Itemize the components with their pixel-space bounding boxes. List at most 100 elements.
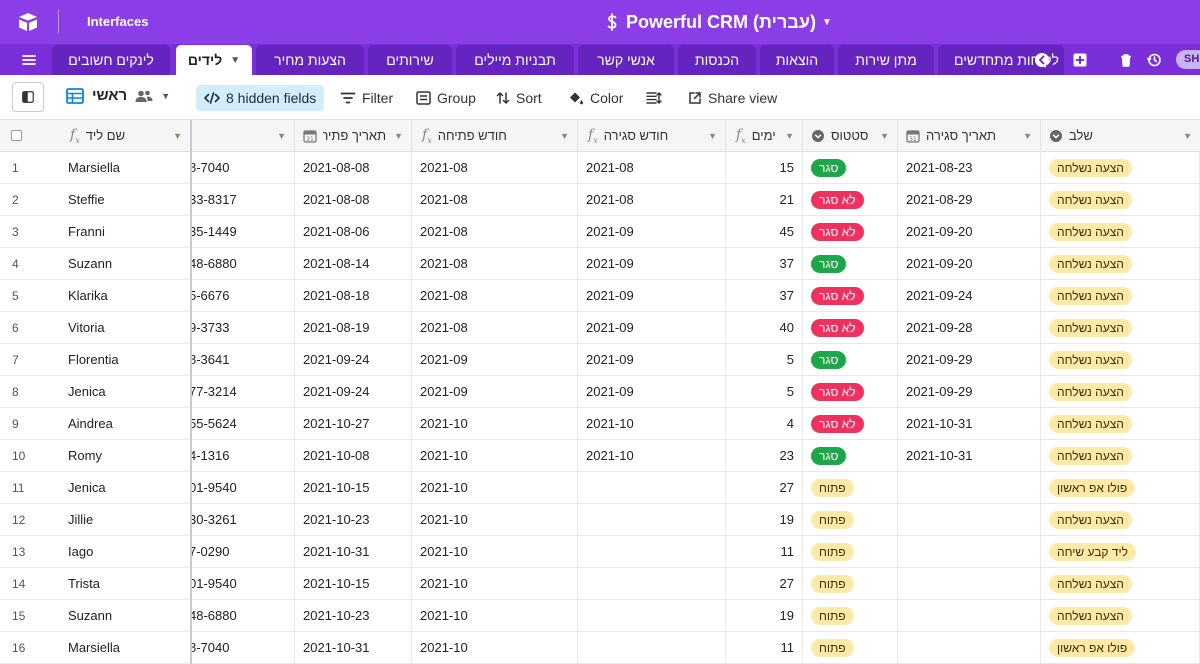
chevron-down-icon[interactable]: ▼ <box>230 55 240 66</box>
hamburger-menu-icon[interactable] <box>20 52 38 68</box>
cell-phone[interactable]: 30-3261 <box>191 504 295 535</box>
cell-days[interactable]: 21 <box>726 184 803 215</box>
cell-days[interactable]: 27 <box>726 568 803 599</box>
cell-days[interactable]: 40 <box>726 312 803 343</box>
tab-important-links[interactable]: לינקים חשובים <box>52 45 170 75</box>
column-header-status[interactable]: סטטוס ▼ <box>803 120 898 152</box>
cell-open-date[interactable]: 2021-10-31 <box>295 536 412 567</box>
cell-close-month[interactable]: 2021-09 <box>578 216 726 247</box>
tab-expenses[interactable]: הוצאות <box>760 45 834 75</box>
column-header-open-month[interactable]: fx חודש פתיחה ▼ <box>412 120 578 152</box>
cell-name[interactable]: Aindrea <box>60 408 191 439</box>
table-row[interactable]: 7 Florentia 8-3641 2021-09-24 2021-09 2021-09… <box>0 344 1200 376</box>
cell-close-date[interactable] <box>898 632 1041 663</box>
cell-name[interactable]: Jenica <box>60 472 191 503</box>
tab-leads[interactable]: לידים ▼ <box>176 45 252 75</box>
table-row[interactable]: 4 Suzann 48-6880 2021-08-14 2021-08 2021-09 37… <box>0 248 1200 280</box>
cell-phone[interactable]: 8-3641 <box>191 344 295 375</box>
table-row[interactable]: 12 Jillie 30-3261 2021-10-23 2021-10 19 פתוח הצ… <box>0 504 1200 536</box>
add-table-icon[interactable] <box>1072 52 1088 68</box>
cell-stage[interactable]: הצעה נשלחה <box>1041 344 1200 375</box>
cell-close-date[interactable]: 2021-08-23 <box>898 152 1041 183</box>
cell-close-month[interactable]: 2021-08 <box>578 184 726 215</box>
cell-close-month[interactable]: 2021-09 <box>578 312 726 343</box>
chevron-down-icon[interactable]: ▼ <box>1183 131 1192 141</box>
cell-close-month[interactable]: 2021-09 <box>578 344 726 375</box>
cell-status[interactable]: לא סגר <box>803 216 898 247</box>
cell-status[interactable]: לא סגר <box>803 376 898 407</box>
select-all-checkbox[interactable] <box>11 130 22 141</box>
cell-open-month[interactable]: 2021-10 <box>412 632 578 663</box>
cell-name[interactable]: Florentia <box>60 344 191 375</box>
table-row[interactable]: 15 Suzann 48-6880 2021-10-23 2021-10 19 פתוח הצ… <box>0 600 1200 632</box>
cell-open-month[interactable]: 2021-08 <box>412 216 578 247</box>
cell-close-date[interactable]: 2021-08-29 <box>898 184 1041 215</box>
cell-name[interactable]: Jenica <box>60 376 191 407</box>
user-badge[interactable]: SH <box>1176 50 1200 69</box>
cell-stage[interactable]: הצעה נשלחה <box>1041 376 1200 407</box>
table-row[interactable]: 9 Aindrea 55-5624 2021-10-27 2021-10 2021-10 4… <box>0 408 1200 440</box>
table-row[interactable]: 3 Franni 35-1449 2021-08-06 2021-08 2021-09 45… <box>0 216 1200 248</box>
cell-open-date[interactable]: 2021-10-27 <box>295 408 412 439</box>
chevron-left-icon[interactable] <box>1034 52 1050 68</box>
cell-name[interactable]: Iago <box>60 536 191 567</box>
chevron-down-icon[interactable]: ▼ <box>785 131 794 141</box>
cell-stage[interactable]: הצעה נשלחה <box>1041 312 1200 343</box>
cell-status[interactable]: לא סגר <box>803 184 898 215</box>
cell-stage[interactable]: הצעה נשלחה <box>1041 600 1200 631</box>
group-button[interactable]: Group <box>408 85 484 111</box>
cell-stage[interactable]: הצעה נשלחה <box>1041 152 1200 183</box>
cell-status[interactable]: פתוח <box>803 600 898 631</box>
cell-phone[interactable]: 9-3733 <box>191 312 295 343</box>
cell-stage[interactable]: הצעה נשלחה <box>1041 568 1200 599</box>
column-header-close-date[interactable]: 31 תאריך סגירה ▼ <box>898 120 1041 152</box>
table-row[interactable]: 8 Jenica 77-3214 2021-09-24 2021-09 2021-09 5 ל… <box>0 376 1200 408</box>
cell-open-date[interactable]: 2021-08-19 <box>295 312 412 343</box>
cell-close-month[interactable]: 2021-10 <box>578 408 726 439</box>
cell-days[interactable]: 5 <box>726 376 803 407</box>
cell-status[interactable]: סגר <box>803 344 898 375</box>
sidebar-toggle-button[interactable] <box>12 82 44 112</box>
table-row[interactable]: 1 Marsiella 8-7040 2021-08-08 2021-08 2021-08… <box>0 152 1200 184</box>
cell-stage[interactable]: הצעה נשלחה <box>1041 184 1200 215</box>
filter-button[interactable]: Filter <box>332 85 401 111</box>
column-header-lead-name[interactable]: fx שם ליד ▼ <box>60 120 191 152</box>
cell-name[interactable]: Marsiella <box>60 632 191 663</box>
cell-close-date[interactable] <box>898 600 1041 631</box>
cell-open-date[interactable]: 2021-09-24 <box>295 344 412 375</box>
cell-close-month[interactable] <box>578 536 726 567</box>
cell-days[interactable]: 37 <box>726 280 803 311</box>
cell-stage[interactable]: הצעה נשלחה <box>1041 216 1200 247</box>
cell-open-month[interactable]: 2021-10 <box>412 472 578 503</box>
cell-stage[interactable]: הצעה נשלחה <box>1041 408 1200 439</box>
share-view-button[interactable]: Share view <box>680 85 785 111</box>
cell-name[interactable]: Trista <box>60 568 191 599</box>
cell-phone[interactable]: 35-1449 <box>191 216 295 247</box>
cell-open-month[interactable]: 2021-08 <box>412 152 578 183</box>
chevron-down-icon[interactable]: ▼ <box>708 131 717 141</box>
cell-days[interactable]: 27 <box>726 472 803 503</box>
cell-open-month[interactable]: 2021-08 <box>412 312 578 343</box>
cell-open-date[interactable]: 2021-10-31 <box>295 632 412 663</box>
hidden-fields-button[interactable]: 8 hidden fields <box>196 85 325 111</box>
cell-close-month[interactable] <box>578 568 726 599</box>
cell-open-month[interactable]: 2021-10 <box>412 600 578 631</box>
cell-stage[interactable]: הצעה נשלחה <box>1041 280 1200 311</box>
cell-close-date[interactable] <box>898 472 1041 503</box>
cell-phone[interactable]: 48-6880 <box>191 600 295 631</box>
cell-status[interactable]: לא סגר <box>803 312 898 343</box>
cell-name[interactable]: Vitoria <box>60 312 191 343</box>
cell-days[interactable]: 19 <box>726 600 803 631</box>
cell-close-date[interactable]: 2021-10-31 <box>898 408 1041 439</box>
cell-phone[interactable]: 48-6880 <box>191 248 295 279</box>
cell-stage[interactable]: פולו אפ ראשון <box>1041 632 1200 663</box>
column-header-stage[interactable]: שלב ▼ <box>1041 120 1200 152</box>
cell-close-date[interactable]: 2021-09-28 <box>898 312 1041 343</box>
cell-stage[interactable]: הצעה נשלחה <box>1041 440 1200 471</box>
cell-days[interactable]: 19 <box>726 504 803 535</box>
chevron-down-icon[interactable]: ▼ <box>560 131 569 141</box>
cell-open-date[interactable]: 2021-08-06 <box>295 216 412 247</box>
chevron-down-icon[interactable]: ▼ <box>173 131 182 141</box>
tab-email-templates[interactable]: תבניות מיילים <box>456 45 574 75</box>
table-row[interactable]: 2 Steffie 33-8317 2021-08-08 2021-08 2021-08 2… <box>0 184 1200 216</box>
